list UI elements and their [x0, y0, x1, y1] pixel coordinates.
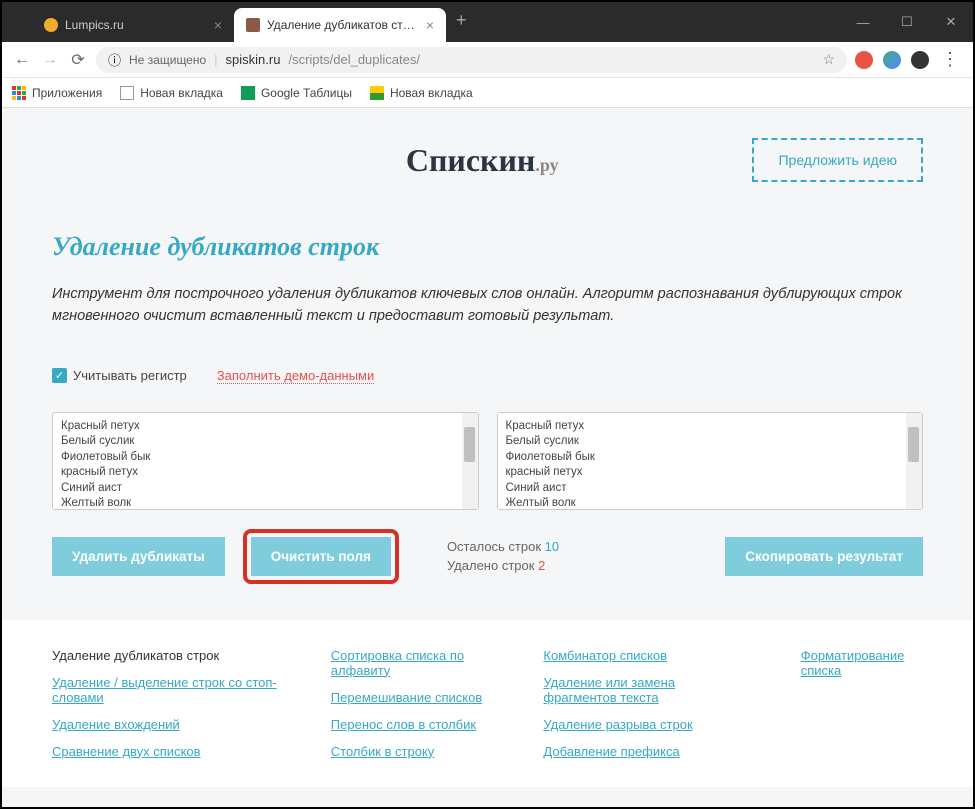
footer-link[interactable]: Форматирование списка	[801, 648, 923, 678]
back-button[interactable]: ←	[12, 51, 32, 69]
stats-block: Осталось строк 10 Удалено строк 2	[447, 537, 559, 576]
page-header: Спискин.ру Предложить идею	[52, 138, 923, 182]
profile-avatar[interactable]	[911, 51, 929, 69]
reload-button[interactable]: ⟳	[68, 50, 88, 70]
scrollbar[interactable]	[906, 413, 922, 509]
footer-column: Форматирование списка	[801, 648, 923, 759]
checkbox-label: Учитывать регистр	[73, 368, 187, 383]
url-path: /scripts/del_duplicates/	[288, 52, 420, 67]
case-sensitive-checkbox[interactable]: ✓ Учитывать регистр	[52, 368, 187, 383]
browser-titlebar: Lumpics.ru × Удаление дубликатов строк -…	[2, 2, 973, 42]
security-text: Не защищено	[129, 53, 206, 67]
bookmark-item[interactable]: Google Таблицы	[241, 86, 352, 100]
site-logo: Спискин.ру	[212, 142, 752, 179]
maximize-button[interactable]: ☐	[885, 2, 929, 42]
demo-data-link[interactable]: Заполнить демо-данными	[217, 368, 374, 384]
bookmark-item[interactable]: Новая вкладка	[370, 86, 473, 100]
page-description: Инструмент для построчного удаления дубл…	[52, 284, 923, 328]
footer-link[interactable]: Комбинатор списков	[543, 648, 750, 663]
highlighted-button-frame: Очистить поля	[243, 529, 399, 584]
removed-count: 2	[538, 558, 545, 573]
bookmark-apps[interactable]: Приложения	[12, 86, 102, 100]
footer-link[interactable]: Столбик в строку	[331, 744, 494, 759]
sheets-icon	[241, 86, 255, 100]
extension-icons	[855, 51, 929, 69]
footer-column: Удаление дубликатов строк Удаление / выд…	[52, 648, 281, 759]
forward-button[interactable]: →	[40, 51, 60, 69]
new-tab-button[interactable]: +	[446, 10, 477, 31]
remove-duplicates-button[interactable]: Удалить дубликаты	[52, 537, 225, 576]
footer-link[interactable]: Сравнение двух списков	[52, 744, 281, 759]
input-textarea[interactable]: Красный петух Белый суслик Фиолетовый бы…	[52, 412, 479, 510]
close-button[interactable]: ✕	[929, 2, 973, 42]
close-icon[interactable]: ×	[426, 17, 434, 33]
tab-title: Lumpics.ru	[65, 18, 124, 32]
actions-row: Удалить дубликаты Очистить поля Осталось…	[52, 529, 923, 584]
minimize-button[interactable]: —	[841, 2, 885, 42]
window-controls: — ☐ ✕	[841, 2, 973, 42]
security-icon: ⓘ	[108, 50, 121, 69]
address-bar: ← → ⟳ ⓘ Не защищено | spiskin.ru/scripts…	[2, 42, 973, 78]
footer-link[interactable]: Перенос слов в столбик	[331, 717, 494, 732]
page-content: Спискин.ру Предложить идею Удаление дубл…	[2, 108, 973, 807]
scrollbar[interactable]	[462, 413, 478, 509]
footer-column: Комбинатор списков Удаление или замена ф…	[543, 648, 750, 759]
bookmark-star-icon[interactable]: ☆	[822, 51, 835, 68]
bookmark-label: Новая вкладка	[140, 86, 223, 100]
suggest-idea-button[interactable]: Предложить идею	[752, 138, 923, 182]
footer-link[interactable]: Перемешивание списков	[331, 690, 494, 705]
menu-button[interactable]: ⋮	[937, 49, 963, 70]
footer-column: Сортировка списка по алфавиту Перемешива…	[331, 648, 494, 759]
url-input[interactable]: ⓘ Не защищено | spiskin.ru/scripts/del_d…	[96, 47, 847, 73]
close-icon[interactable]: ×	[214, 17, 222, 33]
bookmark-label: Новая вкладка	[390, 86, 473, 100]
copy-result-button[interactable]: Скопировать результат	[725, 537, 923, 576]
remaining-count: 10	[545, 539, 559, 554]
footer-link[interactable]: Добавление префикса	[543, 744, 750, 759]
extension-icon[interactable]	[855, 51, 873, 69]
checkmark-icon: ✓	[52, 368, 67, 383]
bookmarks-bar: Приложения Новая вкладка Google Таблицы …	[2, 78, 973, 108]
bookmark-item[interactable]: Новая вкладка	[120, 86, 223, 100]
doc-icon	[120, 86, 134, 100]
apps-icon	[12, 86, 26, 100]
favicon-icon	[246, 18, 260, 32]
tab-title: Удаление дубликатов строк - уд	[267, 18, 419, 32]
footer-link[interactable]: Удаление / выделение строк со стоп-слова…	[52, 675, 281, 705]
browser-tab-inactive[interactable]: Lumpics.ru ×	[32, 8, 234, 42]
browser-tab-active[interactable]: Удаление дубликатов строк - уд ×	[234, 8, 446, 42]
favicon-icon	[44, 18, 58, 32]
options-row: ✓ Учитывать регистр Заполнить демо-данны…	[52, 368, 923, 384]
url-domain: spiskin.ru	[226, 52, 281, 67]
footer-link[interactable]: Удаление или замена фрагментов текста	[543, 675, 750, 705]
image-icon	[370, 86, 384, 100]
output-textarea[interactable]: Красный петух Белый суслик Фиолетовый бы…	[497, 412, 924, 510]
footer-link[interactable]: Удаление вхождений	[52, 717, 281, 732]
footer-links: Удаление дубликатов строк Удаление / выд…	[2, 620, 973, 787]
footer-link[interactable]: Сортировка списка по алфавиту	[331, 648, 494, 678]
bookmark-label: Google Таблицы	[261, 86, 352, 100]
footer-link[interactable]: Удаление разрыва строк	[543, 717, 750, 732]
clear-fields-button[interactable]: Очистить поля	[251, 537, 391, 576]
extension-icon[interactable]	[883, 51, 901, 69]
page-title: Удаление дубликатов строк	[52, 232, 923, 262]
footer-link: Удаление дубликатов строк	[52, 648, 281, 663]
textarea-row: Красный петух Белый суслик Фиолетовый бы…	[52, 412, 923, 515]
bookmark-label: Приложения	[32, 86, 102, 100]
